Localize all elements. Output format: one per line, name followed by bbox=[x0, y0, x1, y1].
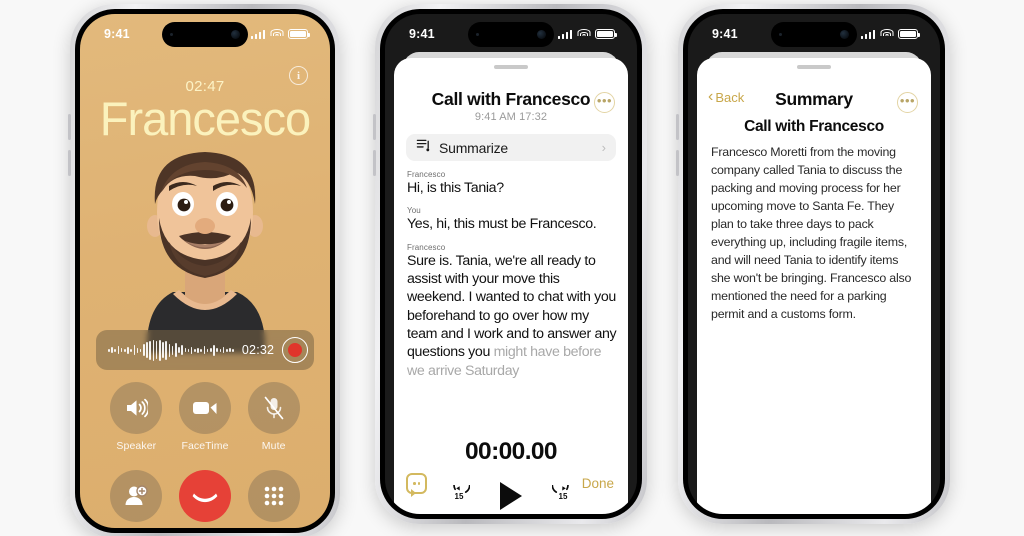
done-button[interactable]: Done bbox=[582, 476, 614, 491]
battery-icon bbox=[288, 28, 310, 40]
sheet-title: Call with Francesco bbox=[431, 89, 591, 109]
transcript-entry: Francesco Sure is. Tania, we're all read… bbox=[407, 243, 618, 380]
phone-bezel-3: 9:41 ‹ Back Summary ••• Call with France… bbox=[683, 9, 945, 519]
sheet-grabber[interactable] bbox=[797, 65, 831, 69]
video-camera-icon bbox=[178, 382, 231, 434]
summarize-button[interactable]: Summarize › bbox=[406, 134, 616, 161]
status-indicators bbox=[557, 28, 617, 40]
summary-screen: 9:41 ‹ Back Summary ••• Call with France… bbox=[688, 14, 940, 514]
cellular-bars-icon bbox=[557, 29, 572, 39]
microphone-muted-icon bbox=[247, 382, 300, 434]
dynamic-island bbox=[162, 22, 248, 47]
dynamic-island bbox=[468, 22, 554, 47]
memoji-avatar bbox=[146, 152, 266, 353]
status-indicators bbox=[860, 28, 920, 40]
add-call-button[interactable]: Add bbox=[110, 470, 163, 528]
transcript-entry: Francesco Hi, is this Tania? bbox=[407, 170, 618, 197]
mute-button[interactable]: Mute bbox=[247, 382, 300, 452]
battery-icon bbox=[595, 28, 617, 40]
screenshot-stage: 9:41 i 02:47 Francesco 02:32 Speaker Fac… bbox=[0, 0, 1024, 536]
transcript-entry: You Yes, hi, this must be Francesco. bbox=[407, 206, 618, 233]
cellular-bars-icon bbox=[250, 29, 265, 39]
nav-title: Summary bbox=[775, 89, 853, 109]
summarize-icon bbox=[416, 138, 431, 158]
status-indicators bbox=[250, 28, 310, 40]
phone-device-3: 9:41 ‹ Back Summary ••• Call with France… bbox=[676, 4, 950, 524]
transcript-bubble-icon[interactable] bbox=[406, 473, 427, 497]
speaker-icon bbox=[110, 382, 163, 434]
transcript-text: Yes, hi, this must be Francesco. bbox=[407, 216, 597, 233]
phone-device-2: 9:41 ••• Call with Francesco 9:41 AM 17:… bbox=[373, 4, 647, 524]
transcript-text: Sure is. Tania, we're all ready to assis… bbox=[407, 252, 617, 379]
audio-waveform bbox=[108, 339, 234, 361]
speaker-label: Francesco bbox=[407, 170, 446, 179]
playback-time: 00:00.00 bbox=[465, 438, 558, 465]
front-camera-icon bbox=[537, 30, 546, 39]
dynamic-island bbox=[771, 22, 857, 47]
info-icon[interactable]: i bbox=[289, 66, 308, 85]
keypad-button[interactable]: Keypad bbox=[247, 470, 300, 528]
transcript-text: Hi, is this Tania? bbox=[407, 180, 504, 196]
end-call-button[interactable]: End bbox=[178, 470, 231, 528]
sheet-subtitle: 9:41 AM 17:32 bbox=[474, 111, 548, 123]
record-stop-button[interactable] bbox=[282, 337, 309, 363]
end-call-handset-icon bbox=[178, 470, 231, 522]
cellular-bars-icon bbox=[860, 29, 875, 39]
transcript-list: Francesco Hi, is this Tania? You Yes, hi… bbox=[407, 170, 618, 389]
status-time: 9:41 bbox=[104, 26, 130, 41]
phone-bezel-1: 9:41 i 02:47 Francesco 02:32 Speaker Fac… bbox=[75, 9, 335, 533]
volume-down-button[interactable] bbox=[373, 150, 376, 176]
recording-indicator-pill[interactable]: 02:32 bbox=[96, 330, 314, 370]
volume-up-button[interactable] bbox=[68, 114, 71, 140]
sensor-dot bbox=[779, 33, 782, 36]
speaker-label: You bbox=[407, 206, 421, 216]
summarize-label: Summarize bbox=[439, 139, 508, 156]
call-controls-grid: Speaker FaceTime Mute bbox=[80, 382, 330, 528]
status-time: 9:41 bbox=[712, 26, 738, 41]
battery-icon bbox=[898, 28, 920, 40]
phone-device-1: 9:41 i 02:47 Francesco 02:32 Speaker Fac… bbox=[68, 4, 340, 536]
add-person-icon bbox=[110, 470, 163, 522]
phone-bezel-2: 9:41 ••• Call with Francesco 9:41 AM 17:… bbox=[380, 9, 642, 519]
volume-down-button[interactable] bbox=[68, 150, 71, 176]
control-label: Mute bbox=[261, 440, 286, 452]
call-screen: 9:41 i 02:47 Francesco 02:32 Speaker Fac… bbox=[80, 14, 330, 528]
summary-sheet: ‹ Back Summary ••• Call with Francesco F… bbox=[697, 58, 931, 514]
volume-up-button[interactable] bbox=[676, 114, 679, 140]
front-camera-icon bbox=[231, 30, 240, 39]
facetime-button[interactable]: FaceTime bbox=[178, 382, 231, 452]
chevron-right-icon: › bbox=[601, 140, 606, 155]
front-camera-icon bbox=[840, 30, 849, 39]
speaker-label: Francesco bbox=[407, 242, 446, 252]
speaker-button[interactable]: Speaker bbox=[110, 382, 163, 452]
control-label: FaceTime bbox=[181, 440, 229, 452]
summary-heading: Call with Francesco bbox=[744, 118, 884, 135]
sheet-bottom-bar: Done bbox=[406, 473, 614, 497]
sensor-dot bbox=[170, 33, 173, 36]
summary-body: Francesco Moretti from the moving compan… bbox=[711, 145, 912, 321]
wifi-icon bbox=[880, 29, 893, 39]
keypad-icon bbox=[247, 470, 300, 522]
wifi-icon bbox=[577, 29, 590, 39]
transcript-sheet: ••• Call with Francesco 9:41 AM 17:32 Su… bbox=[394, 58, 628, 514]
sheet-grabber[interactable] bbox=[494, 65, 528, 69]
more-options-icon[interactable]: ••• bbox=[897, 92, 918, 113]
wifi-icon bbox=[270, 29, 283, 39]
transcript-screen: 9:41 ••• Call with Francesco 9:41 AM 17:… bbox=[385, 14, 637, 514]
sensor-dot bbox=[476, 33, 479, 36]
status-time: 9:41 bbox=[409, 26, 435, 41]
volume-up-button[interactable] bbox=[373, 114, 376, 140]
recording-elapsed: 02:32 bbox=[241, 343, 275, 357]
volume-down-button[interactable] bbox=[676, 150, 679, 176]
control-label: Speaker bbox=[116, 440, 157, 452]
